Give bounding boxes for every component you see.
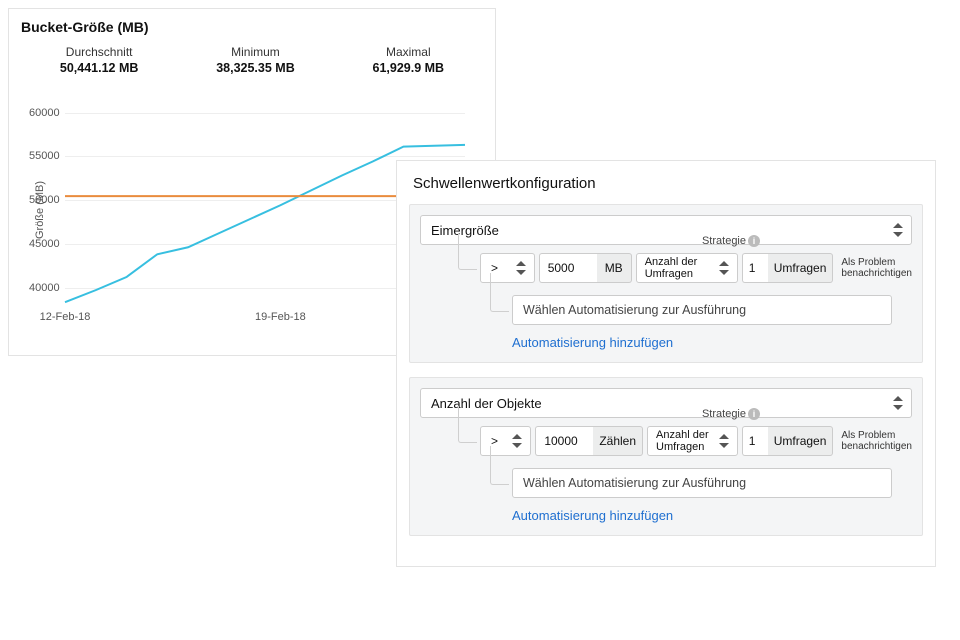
automation-select[interactable]: Wählen Automatisierung zur Ausführung (512, 468, 892, 498)
stat-min-label: Minimum (216, 45, 295, 59)
poll-count-group: 1 Umfragen (742, 253, 834, 283)
poll-count-value: 1 (749, 434, 756, 448)
chart-title: Bucket-Größe (MB) (9, 9, 495, 41)
threshold-value-input[interactable]: 10000 (535, 426, 593, 456)
info-icon[interactable]: i (748, 235, 760, 247)
strategy-label: Strategie (702, 408, 746, 420)
stepper-icon (719, 261, 729, 275)
threshold-block-bucket-size: Eimergröße Strategie i > 5000 MB Anzahl … (409, 204, 923, 363)
add-automation-link[interactable]: Automatisierung hinzufügen (512, 335, 673, 350)
stepper-icon (719, 434, 729, 448)
chart-stats: Durchschnitt 50,441.12 MB Minimum 38,325… (9, 41, 495, 85)
y-axis-label: Größe (MB) (34, 181, 46, 239)
value-group: 10000 Zählen (535, 426, 643, 456)
poll-count-input[interactable]: 1 (742, 426, 768, 456)
notify-label: Als Problem benachrichtigen (841, 257, 912, 280)
stat-max-value: 61,929.9 MB (373, 61, 445, 75)
poll-count-group: 1 Umfragen (742, 426, 834, 456)
stat-min: Minimum 38,325.35 MB (216, 45, 295, 75)
y-tick-label: 50000 (29, 194, 60, 206)
poll-count-input[interactable]: 1 (742, 253, 768, 283)
x-tick-label: 19-Feb-18 (255, 311, 306, 323)
stat-avg-label: Durchschnitt (60, 45, 139, 59)
notify-label: Als Problem benachrichtigen (841, 430, 912, 453)
stat-max-label: Maximal (373, 45, 445, 59)
threshold-value: 5000 (548, 261, 575, 275)
threshold-value: 10000 (544, 434, 577, 448)
y-tick-label: 40000 (29, 282, 60, 294)
x-tick-label: 12-Feb-18 (40, 311, 91, 323)
criteria-row: Strategie i > 10000 Zählen Anzahl der Um… (480, 426, 912, 456)
metric-select[interactable]: Anzahl der Objekte (420, 388, 912, 418)
stat-min-value: 38,325.35 MB (216, 61, 295, 75)
stat-avg-value: 50,441.12 MB (60, 61, 139, 75)
automation-row: Wählen Automatisierung zur Ausführung Au… (512, 295, 912, 352)
unit-label: Zählen (593, 426, 643, 456)
threshold-value-input[interactable]: 5000 (539, 253, 597, 283)
stat-avg: Durchschnitt 50,441.12 MB (60, 45, 139, 75)
stepper-icon (893, 396, 903, 410)
poll-kind-value: Anzahl der Umfragen (645, 256, 715, 280)
poll-kind-value: Anzahl der Umfragen (656, 429, 715, 453)
y-tick-label: 45000 (29, 238, 60, 250)
y-tick-label: 60000 (29, 107, 60, 119)
poll-kind-select[interactable]: Anzahl der Umfragen (647, 426, 738, 456)
metric-select-value: Anzahl der Objekte (431, 396, 542, 411)
config-title: Schwellenwertkonfiguration (409, 175, 923, 192)
stepper-icon (516, 261, 526, 275)
poll-kind-select[interactable]: Anzahl der Umfragen (636, 253, 738, 283)
stepper-icon (512, 434, 522, 448)
strategy-label: Strategie (702, 235, 746, 247)
automation-placeholder: Wählen Automatisierung zur Ausführung (523, 476, 746, 490)
y-tick-label: 55000 (29, 150, 60, 162)
automation-placeholder: Wählen Automatisierung zur Ausführung (523, 303, 746, 317)
stat-max: Maximal 61,929.9 MB (373, 45, 445, 75)
criteria-row: Strategie i > 5000 MB Anzahl der Umfrage… (480, 253, 912, 283)
value-group: 5000 MB (539, 253, 632, 283)
threshold-config-panel: Schwellenwertkonfiguration Eimergröße St… (396, 160, 936, 567)
poll-count-value: 1 (749, 261, 756, 275)
poll-unit-label: Umfragen (768, 253, 834, 283)
automation-row: Wählen Automatisierung zur Ausführung Au… (512, 468, 912, 525)
threshold-block-object-count: Anzahl der Objekte Strategie i > 10000 Z… (409, 377, 923, 536)
poll-unit-label: Umfragen (768, 426, 834, 456)
unit-label: MB (597, 253, 632, 283)
metric-select[interactable]: Eimergröße (420, 215, 912, 245)
add-automation-link[interactable]: Automatisierung hinzufügen (512, 508, 673, 523)
automation-select[interactable]: Wählen Automatisierung zur Ausführung (512, 295, 892, 325)
stepper-icon (893, 223, 903, 237)
info-icon[interactable]: i (748, 408, 760, 420)
